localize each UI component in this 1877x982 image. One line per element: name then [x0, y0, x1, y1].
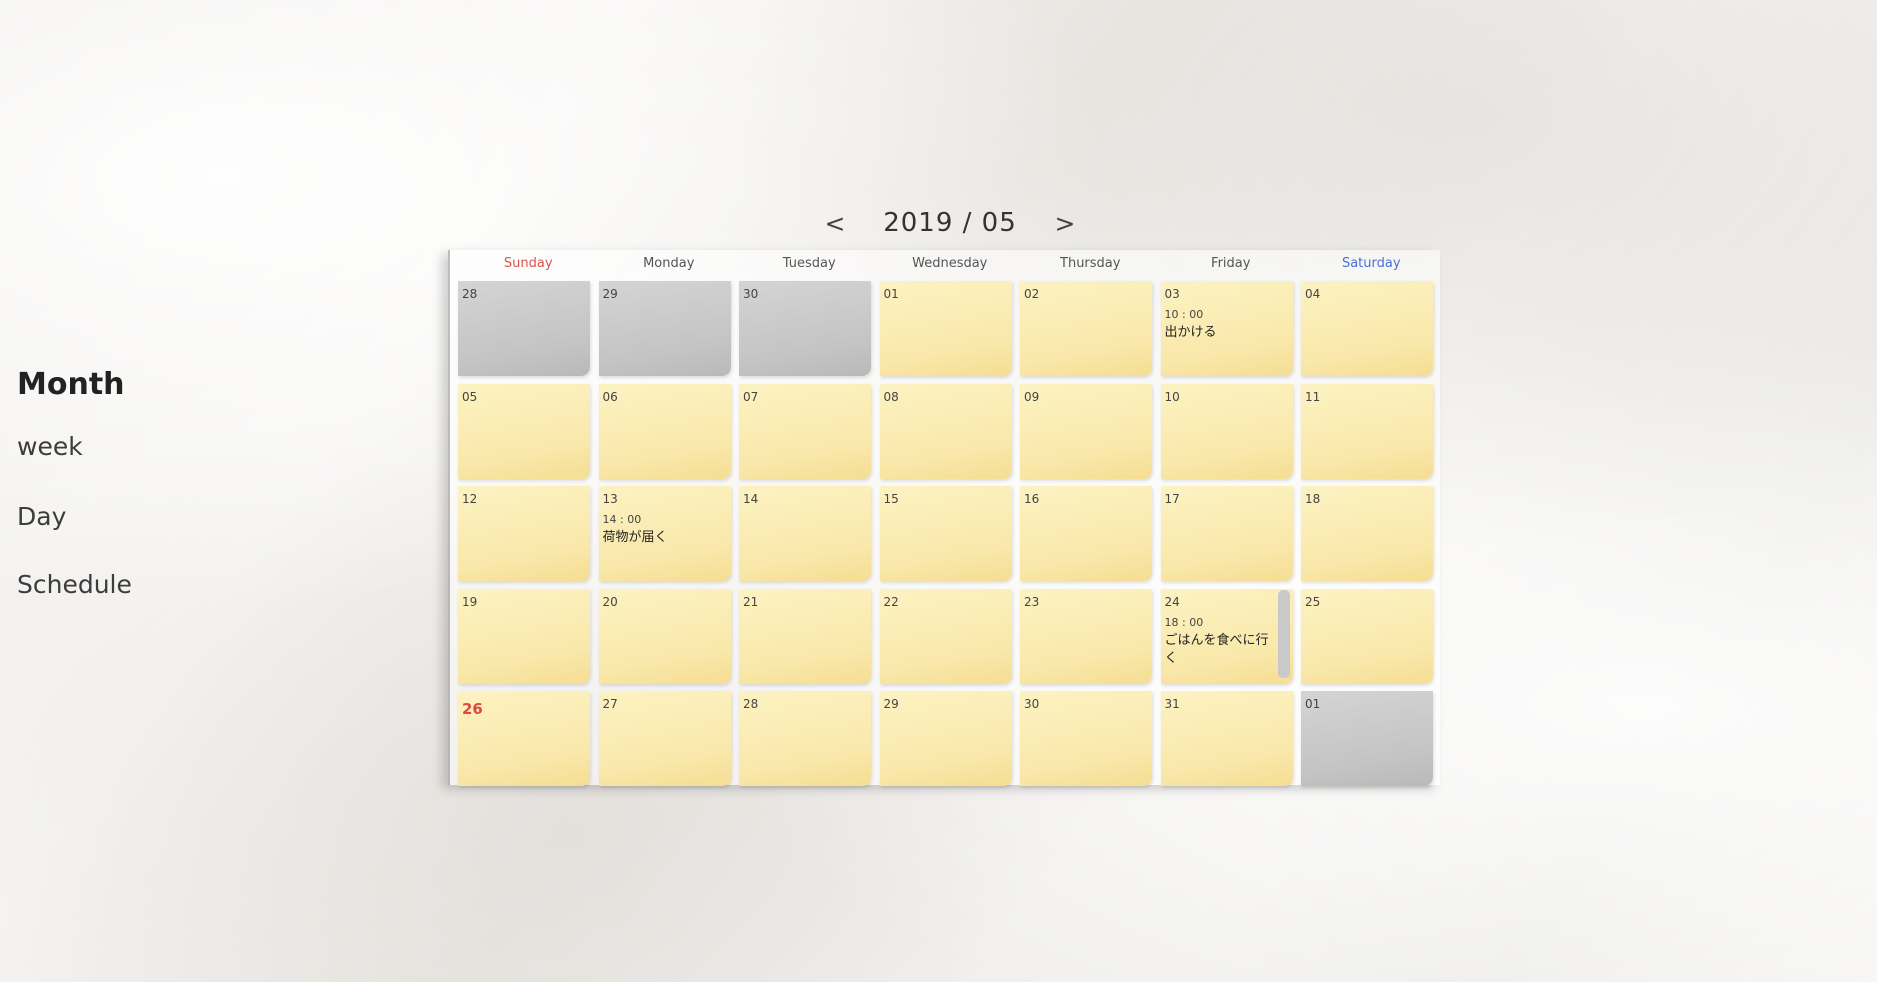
event-time: 18 : 00 — [1164, 615, 1204, 629]
day-cell[interactable]: 18 — [1301, 486, 1433, 581]
month-title: 2019 / 05 — [883, 208, 1017, 238]
day-number: 22 — [883, 594, 899, 609]
day-number: 11 — [1305, 389, 1321, 404]
day-number: 28 — [462, 287, 478, 301]
day-cell[interactable]: 10 — [1160, 383, 1293, 479]
weekday-sunday: Sunday — [503, 256, 553, 271]
day-cell[interactable]: 08 — [879, 383, 1012, 479]
day-cell[interactable]: 03 10 : 00 出かける — [1160, 281, 1293, 376]
day-number: 09 — [1024, 389, 1040, 404]
day-number: 26 — [462, 700, 483, 718]
day-cell[interactable]: 01 — [1301, 691, 1433, 786]
day-number: 08 — [883, 389, 899, 404]
day-cell[interactable]: 15 — [879, 486, 1012, 581]
day-cell[interactable]: 20 — [598, 588, 731, 684]
day-number: 29 — [883, 697, 899, 711]
day-cell[interactable]: 28 — [458, 281, 590, 376]
day-number: 07 — [743, 389, 759, 404]
event-time: 14 : 00 — [602, 513, 642, 526]
day-number: 17 — [1164, 492, 1180, 506]
weekday-friday: Friday — [1211, 256, 1251, 271]
day-number: 19 — [462, 594, 478, 609]
weekday-monday: Monday — [643, 256, 695, 271]
event-title: 荷物が届く — [602, 530, 668, 545]
weekday-wednesday: Wednesday — [912, 256, 988, 271]
day-number: 31 — [1164, 697, 1180, 711]
day-number: 02 — [1024, 287, 1040, 301]
day-cell[interactable]: 17 — [1160, 486, 1293, 581]
weekday-header: Sunday Monday Tuesday Wednesday Thursday… — [458, 256, 1438, 280]
day-cell[interactable]: 16 — [1020, 486, 1152, 581]
day-cell[interactable]: 28 — [739, 691, 871, 786]
day-cell[interactable]: 11 — [1301, 383, 1433, 479]
day-cell[interactable]: 05 — [458, 383, 590, 479]
day-cell[interactable]: 02 — [1020, 281, 1152, 376]
day-cell[interactable]: 09 — [1020, 383, 1152, 479]
prev-month-button[interactable]: < — [820, 209, 850, 238]
day-number: 29 — [602, 287, 618, 301]
nav-schedule[interactable]: Schedule — [17, 570, 132, 599]
calendar: Sunday Monday Tuesday Wednesday Thursday… — [448, 250, 1440, 786]
day-number: 12 — [462, 492, 478, 506]
day-number: 23 — [1024, 594, 1040, 609]
day-number: 24 — [1164, 594, 1180, 609]
day-number: 30 — [1024, 697, 1040, 711]
day-cell[interactable]: 30 — [739, 281, 871, 376]
day-cell[interactable]: 21 — [739, 588, 871, 684]
event-item[interactable]: 10 : 00 出かける — [1165, 308, 1281, 342]
day-number: 27 — [602, 697, 618, 711]
day-number: 10 — [1164, 389, 1180, 404]
day-number: 13 — [602, 492, 618, 506]
day-cell[interactable]: 24 18 : 00 ごはんを食べに行く — [1160, 588, 1293, 684]
day-number: 30 — [743, 287, 759, 301]
event-title: ごはんを食べに行く — [1164, 632, 1269, 666]
day-cell[interactable]: 07 — [739, 383, 871, 479]
weekday-tuesday: Tuesday — [782, 256, 836, 271]
day-cell[interactable]: 23 — [1020, 588, 1152, 684]
event-time: 10 : 00 — [1164, 308, 1204, 321]
day-cell[interactable]: 12 — [458, 486, 590, 581]
day-number: 28 — [743, 697, 759, 711]
day-number: 25 — [1305, 594, 1321, 609]
weekday-thursday: Thursday — [1060, 256, 1121, 271]
day-number: 06 — [602, 389, 618, 404]
day-cell[interactable]: 13 14 : 00 荷物が届く — [598, 486, 731, 581]
month-header: < 2019 / 05 > — [820, 203, 1080, 243]
day-cell[interactable]: 22 — [879, 588, 1012, 684]
day-cell[interactable]: 31 — [1160, 691, 1293, 786]
day-cell[interactable]: 27 — [598, 691, 731, 786]
day-number: 20 — [602, 594, 618, 609]
nav-month[interactable]: Month — [17, 367, 125, 402]
cell-scrollbar[interactable] — [1277, 589, 1290, 678]
event-title: 出かける — [1164, 325, 1217, 340]
nav-day[interactable]: Day — [17, 502, 66, 531]
calendar-grid: 28 29 30 01 02 03 10 : 00 出かける 04 05 06 07 08 09 10 11 1… — [458, 281, 1433, 786]
day-cell[interactable]: 25 — [1301, 588, 1433, 684]
day-number: 15 — [883, 492, 899, 506]
day-number: 01 — [1305, 697, 1321, 711]
day-cell[interactable]: 19 — [458, 588, 590, 684]
event-item[interactable]: 18 : 00 ごはんを食べに行く — [1165, 616, 1281, 668]
day-number: 16 — [1024, 492, 1040, 506]
day-cell[interactable]: 06 — [598, 383, 731, 479]
day-number: 18 — [1305, 492, 1321, 506]
day-number: 03 — [1164, 287, 1180, 301]
event-item[interactable]: 14 : 00 荷物が届く — [603, 513, 719, 547]
next-month-button[interactable]: > — [1050, 209, 1080, 238]
day-cell[interactable]: 14 — [739, 486, 871, 581]
day-cell[interactable]: 29 — [598, 281, 731, 376]
weekday-saturday: Saturday — [1341, 256, 1401, 271]
day-number: 05 — [462, 389, 478, 404]
day-number: 01 — [883, 287, 899, 301]
day-cell[interactable]: 30 — [1020, 691, 1152, 786]
day-number: 21 — [743, 594, 759, 609]
day-number: 14 — [743, 492, 759, 506]
day-cell-today[interactable]: 26 — [458, 691, 590, 786]
day-number: 04 — [1305, 287, 1321, 301]
day-cell[interactable]: 29 — [879, 691, 1012, 786]
day-cell[interactable]: 01 — [879, 281, 1012, 376]
day-cell[interactable]: 04 — [1301, 281, 1433, 376]
nav-week[interactable]: week — [17, 432, 83, 461]
